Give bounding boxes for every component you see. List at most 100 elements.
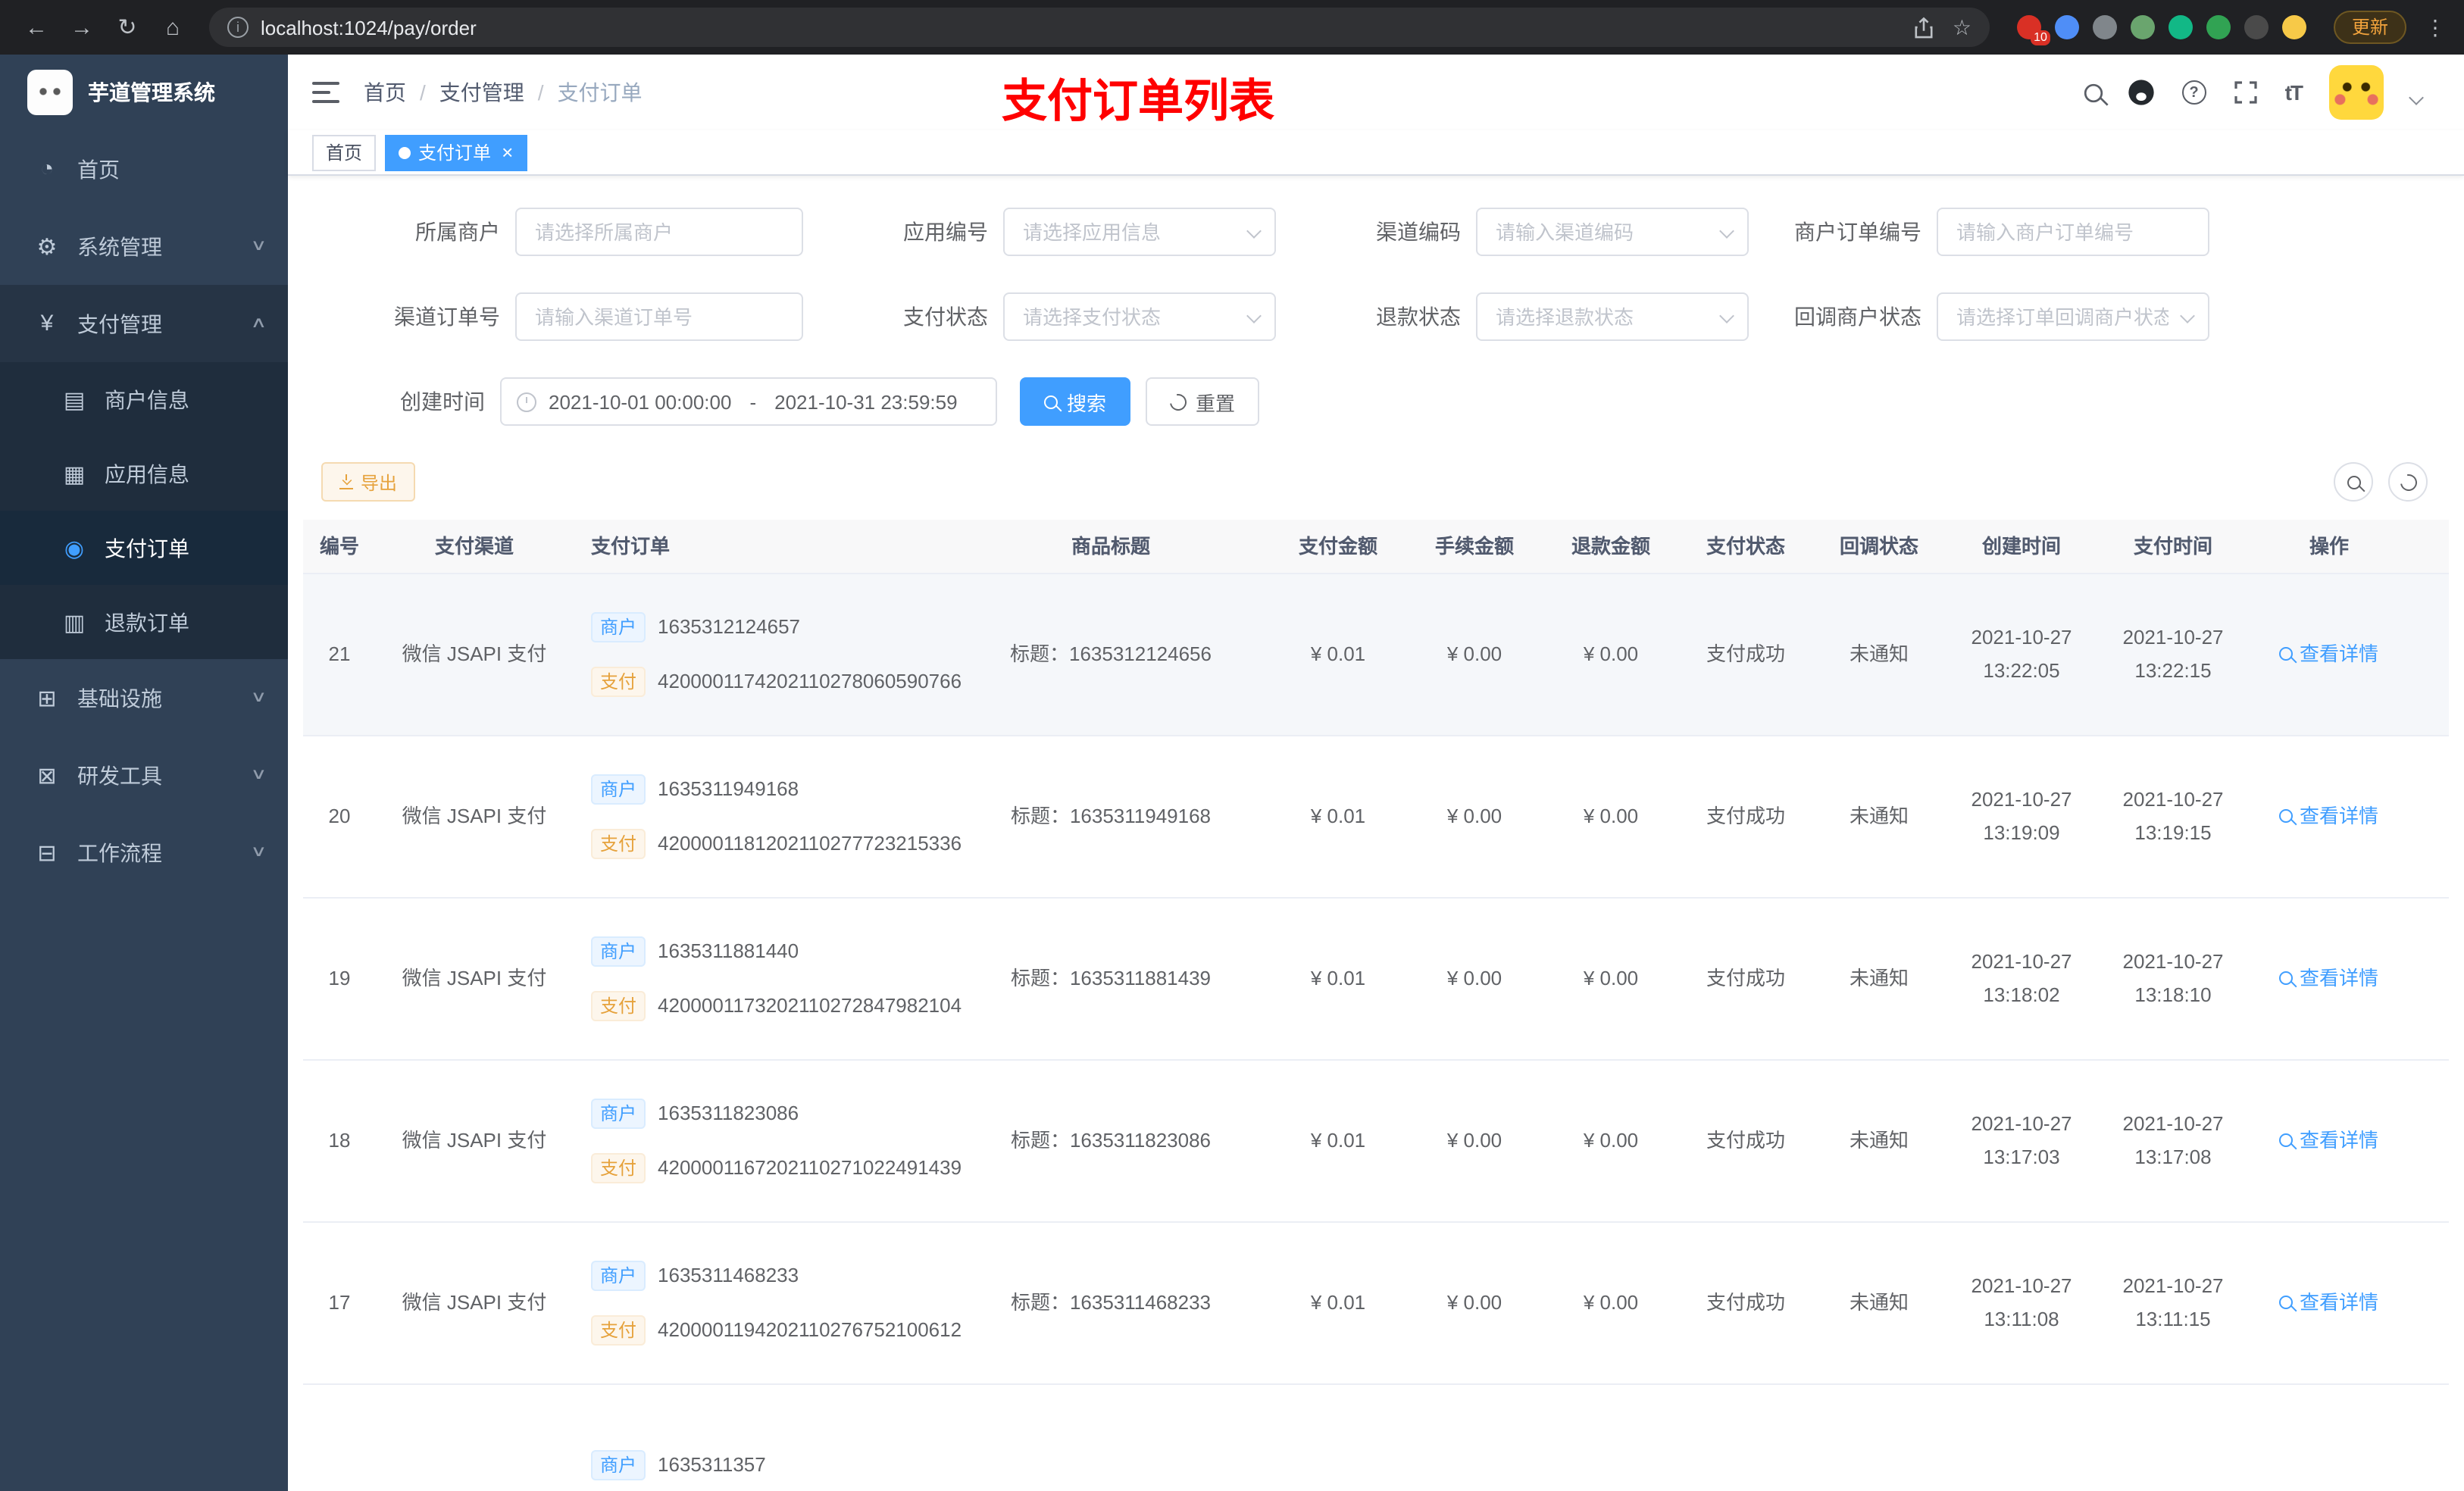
- search-icon[interactable]: [2084, 83, 2103, 102]
- cell-title: 标题：1635311949168: [1010, 804, 1212, 827]
- view-detail-link[interactable]: 查看详情: [2279, 961, 2378, 995]
- search-button[interactable]: 搜索: [1020, 377, 1131, 426]
- infra-icon: ⊞: [37, 686, 57, 711]
- date-range-picker[interactable]: 2021-10-01 00:00:00 - 2021-10-31 23:59:5…: [500, 377, 997, 426]
- browser-update-button[interactable]: 更新: [2333, 11, 2406, 44]
- breadcrumb-home[interactable]: 首页: [364, 77, 406, 108]
- site-info-icon[interactable]: i: [227, 17, 249, 38]
- filter-pay-status-select[interactable]: [1003, 292, 1276, 341]
- sidebar-item-workflow[interactable]: ⊟ 工作流程 ∨: [0, 814, 288, 891]
- browser-reload-icon[interactable]: ↻: [109, 9, 145, 45]
- date-separator: -: [749, 390, 757, 413]
- cell-title: 标题：1635311468233: [1010, 1290, 1212, 1314]
- cell-notify-status: 未通知: [1849, 966, 1909, 989]
- address-bar[interactable]: i localhost:1024/pay/order ☆: [209, 8, 1990, 47]
- table-body: 21 微信 JSAPI 支付 商户 1635312124657 支付 42000…: [303, 574, 2449, 1491]
- merchant-tag: 商户: [591, 936, 646, 967]
- sidebar-item-label: 工作流程: [77, 840, 162, 864]
- filter-notify-status-select[interactable]: [1937, 292, 2209, 341]
- sidebar-item-home[interactable]: ◔ 首页: [0, 130, 288, 208]
- extension-icon-8[interactable]: [2281, 15, 2306, 39]
- github-icon[interactable]: [2128, 79, 2155, 106]
- view-detail-link[interactable]: 查看详情: [2279, 799, 2378, 833]
- app-frame: 芋道管理系统 ◔ 首页 ⚙ 系统管理 ∨ ¥ 支付管理 ∧ ▤ 商户信息 ▦ 应…: [0, 55, 2464, 1491]
- extension-icon-7[interactable]: [2244, 15, 2269, 39]
- merchant-order-no: 1635311823086: [658, 1101, 799, 1124]
- filter-refund-status-select[interactable]: [1476, 292, 1749, 341]
- browser-toolbar: ← → ↻ ⌂ i localhost:1024/pay/order ☆ 10 …: [0, 0, 2464, 55]
- navbar-actions: ? tT: [2084, 65, 2424, 120]
- reset-button[interactable]: 重置: [1146, 377, 1260, 426]
- filter-channel-order-no-input[interactable]: [515, 292, 803, 341]
- sidebar-item-merchant-info[interactable]: ▤ 商户信息: [0, 362, 288, 436]
- extension-icon-6[interactable]: [2206, 15, 2231, 39]
- filter-merchant-input[interactable]: [515, 208, 803, 256]
- devtools-icon: ⊠: [37, 763, 57, 789]
- view-detail-icon: [2279, 971, 2294, 986]
- cell-amount: ¥ 0.01: [1310, 1128, 1366, 1152]
- extension-icon-4[interactable]: [2130, 15, 2155, 39]
- table-row: 19 微信 JSAPI 支付 商户 1635311881440 支付 42000…: [303, 899, 2449, 1061]
- chevron-down-icon: ∨: [249, 767, 267, 783]
- sidebar-item-label: 支付管理: [77, 311, 162, 336]
- cell-id: 21: [328, 642, 351, 665]
- col-fee: 手续金额: [1434, 535, 1514, 558]
- toggle-search-icon[interactable]: [2334, 462, 2373, 502]
- cell-pay-time: 2021-10-27 13:19:15: [2122, 787, 2224, 844]
- sidebar-item-infra[interactable]: ⊞ 基础设施 ∨: [0, 659, 288, 736]
- cell-pay-status: 支付成功: [1706, 1128, 1785, 1152]
- filter-merchant-order-no-input[interactable]: [1937, 208, 2209, 256]
- filter-channel-code-select[interactable]: [1476, 208, 1749, 256]
- sidebar-item-system[interactable]: ⚙ 系统管理 ∨: [0, 208, 288, 285]
- cell-notify-status: 未通知: [1849, 804, 1909, 827]
- app-logo[interactable]: 芋道管理系统: [0, 55, 288, 130]
- breadcrumb-pay-manage[interactable]: 支付管理: [439, 77, 524, 108]
- share-icon[interactable]: [1915, 16, 1934, 39]
- chevron-down-icon: ∨: [249, 238, 267, 255]
- sidebar-menu: ◔ 首页 ⚙ 系统管理 ∨ ¥ 支付管理 ∧ ▤ 商户信息 ▦ 应用信息 ◉ 支…: [0, 130, 288, 891]
- view-detail-label: 查看详情: [2299, 1128, 2378, 1152]
- user-avatar[interactable]: [2329, 65, 2384, 120]
- sidebar-item-pay[interactable]: ¥ 支付管理 ∧: [0, 285, 288, 362]
- cell-pay-time: 2021-10-27 13:17:08: [2122, 1111, 2224, 1168]
- merchant-tag: 商户: [591, 1450, 646, 1480]
- font-size-icon[interactable]: tT: [2285, 80, 2303, 105]
- merchant-order-no: 1635312124657: [658, 614, 801, 638]
- sidebar-item-devtools[interactable]: ⊠ 研发工具 ∨: [0, 736, 288, 814]
- gear-icon: ⚙: [36, 234, 58, 260]
- view-detail-link[interactable]: 查看详情: [2279, 1124, 2378, 1157]
- extension-icon-2[interactable]: [2054, 15, 2079, 39]
- view-detail-link[interactable]: 查看详情: [2279, 637, 2378, 670]
- cell-notify-status: 未通知: [1849, 1290, 1909, 1314]
- address-bar-actions: ☆: [1915, 14, 1972, 40]
- sidebar-item-app-info[interactable]: ▦ 应用信息: [0, 436, 288, 511]
- sidebar-item-pay-order[interactable]: ◉ 支付订单: [0, 511, 288, 585]
- fullscreen-icon[interactable]: [2234, 80, 2258, 105]
- sidebar-submenu-pay: ▤ 商户信息 ▦ 应用信息 ◉ 支付订单 ▥ 退款订单: [0, 362, 288, 659]
- extension-icon-3[interactable]: [2092, 15, 2117, 39]
- refresh-table-icon[interactable]: [2388, 462, 2428, 502]
- browser-menu-icon[interactable]: ⋮: [2425, 14, 2446, 40]
- view-detail-link[interactable]: 查看详情: [2279, 1286, 2378, 1319]
- help-icon[interactable]: ?: [2181, 80, 2206, 105]
- bookmark-star-icon[interactable]: ☆: [1953, 14, 1972, 40]
- table-tools: [2334, 462, 2449, 502]
- browser-back-icon[interactable]: ←: [18, 9, 55, 45]
- browser-forward-icon[interactable]: →: [64, 9, 100, 45]
- export-button[interactable]: 导出: [321, 462, 416, 502]
- avatar-caret-icon[interactable]: [2409, 89, 2424, 105]
- tab-home[interactable]: 首页: [312, 134, 377, 170]
- browser-home-icon[interactable]: ⌂: [155, 9, 191, 45]
- sidebar-toggle-icon[interactable]: [312, 80, 339, 105]
- filter-app-no-select[interactable]: [1003, 208, 1276, 256]
- navbar: 首页 / 支付管理 / 支付订单 ? tT: [288, 55, 2464, 130]
- tab-pay-order[interactable]: 支付订单 ×: [385, 134, 527, 170]
- col-title: 商品标题: [1071, 535, 1150, 558]
- cell-refund: ¥ 0.00: [1583, 804, 1639, 827]
- extension-icon-5[interactable]: [2168, 15, 2193, 39]
- cell-title: 标题：1635312124656: [1010, 642, 1212, 665]
- sidebar-item-refund-order[interactable]: ▥ 退款订单: [0, 585, 288, 659]
- tab-close-icon[interactable]: ×: [502, 141, 513, 164]
- extension-icon-1[interactable]: 10: [2016, 15, 2050, 45]
- cell-pay-time: 2021-10-27 13:18:10: [2122, 949, 2224, 1006]
